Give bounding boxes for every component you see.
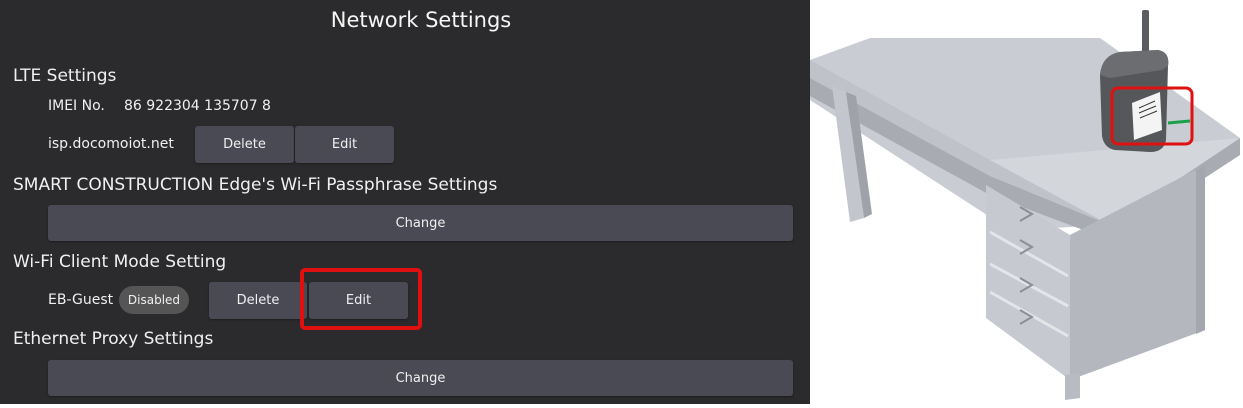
- imei-value: 86 922304 135707 8: [124, 98, 271, 114]
- edit-highlight-box: [300, 268, 422, 330]
- lte-delete-button[interactable]: Delete: [195, 126, 294, 163]
- network-settings-panel: Network Settings LTE Settings IMEI No. 8…: [0, 0, 810, 404]
- apn-name: isp.docomoiot.net: [48, 136, 174, 152]
- lte-edit-button[interactable]: Edit: [295, 126, 394, 163]
- wifi-client-ssid: EB-Guest: [48, 292, 114, 308]
- imei-label: IMEI No.: [48, 98, 105, 114]
- lte-settings-heading: LTE Settings: [13, 66, 117, 86]
- desk-illustration: [810, 0, 1243, 404]
- edge-device: [1100, 10, 1169, 152]
- ethernet-proxy-change-button[interactable]: Change: [48, 360, 793, 396]
- wifi-passphrase-heading: SMART CONSTRUCTION Edge's Wi-Fi Passphra…: [13, 175, 498, 195]
- page-title: Network Settings: [330, 8, 512, 32]
- ethernet-proxy-heading: Ethernet Proxy Settings: [13, 329, 214, 349]
- wifi-client-heading: Wi-Fi Client Mode Setting: [13, 252, 227, 272]
- ethernet-cable: [1167, 119, 1191, 125]
- wifi-client-delete-button[interactable]: Delete: [209, 282, 307, 319]
- wifi-passphrase-change-button[interactable]: Change: [48, 205, 793, 241]
- status-badge: Disabled: [119, 286, 189, 314]
